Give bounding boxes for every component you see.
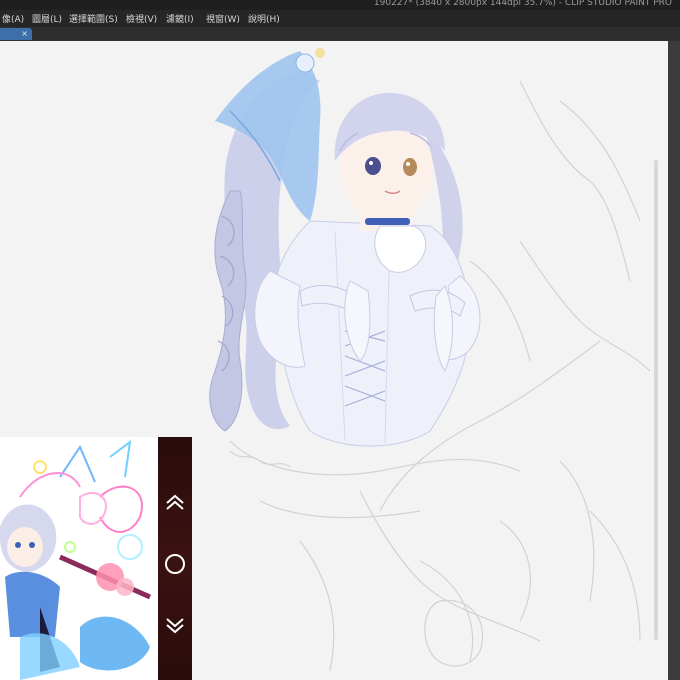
menu-item-selection[interactable]: 選擇範圍(S) <box>69 12 118 25</box>
character-head <box>334 92 445 231</box>
palette-edge <box>668 41 680 680</box>
thumbnail-panel <box>0 437 192 680</box>
menu-item-filter[interactable]: 濾鏡(I) <box>166 12 194 25</box>
menu-item-window[interactable]: 視窗(W) <box>206 12 240 25</box>
circle-icon <box>165 554 185 574</box>
thumbnail-artwork[interactable] <box>0 437 158 680</box>
window-title: 190227* (3840 x 2800px 144dpi 35.7%) - C… <box>373 0 672 8</box>
center-button[interactable] <box>160 549 190 579</box>
scroll-down-button[interactable] <box>160 609 190 639</box>
menu-item-view[interactable]: 檢視(V) <box>126 12 157 25</box>
document-tab[interactable]: × <box>0 28 32 40</box>
close-icon[interactable]: × <box>21 29 28 38</box>
chevron-down-icon <box>166 618 184 634</box>
menu-bar: 像(A) 圖層(L) 選擇範圍(S) 檢視(V) 濾鏡(I) 視窗(W) 說明(… <box>0 10 680 27</box>
title-bar: 190227* (3840 x 2800px 144dpi 35.7%) - C… <box>0 0 680 10</box>
thumbnail-navigation <box>158 437 192 680</box>
menu-item-layer[interactable]: 圖層(L) <box>32 12 62 25</box>
chevron-up-icon <box>166 494 184 510</box>
scroll-up-button[interactable] <box>160 489 190 519</box>
document-tab-bar: × <box>0 27 680 42</box>
menu-item-image[interactable]: 像(A) <box>2 12 24 25</box>
menu-item-help[interactable]: 說明(H) <box>248 12 280 25</box>
